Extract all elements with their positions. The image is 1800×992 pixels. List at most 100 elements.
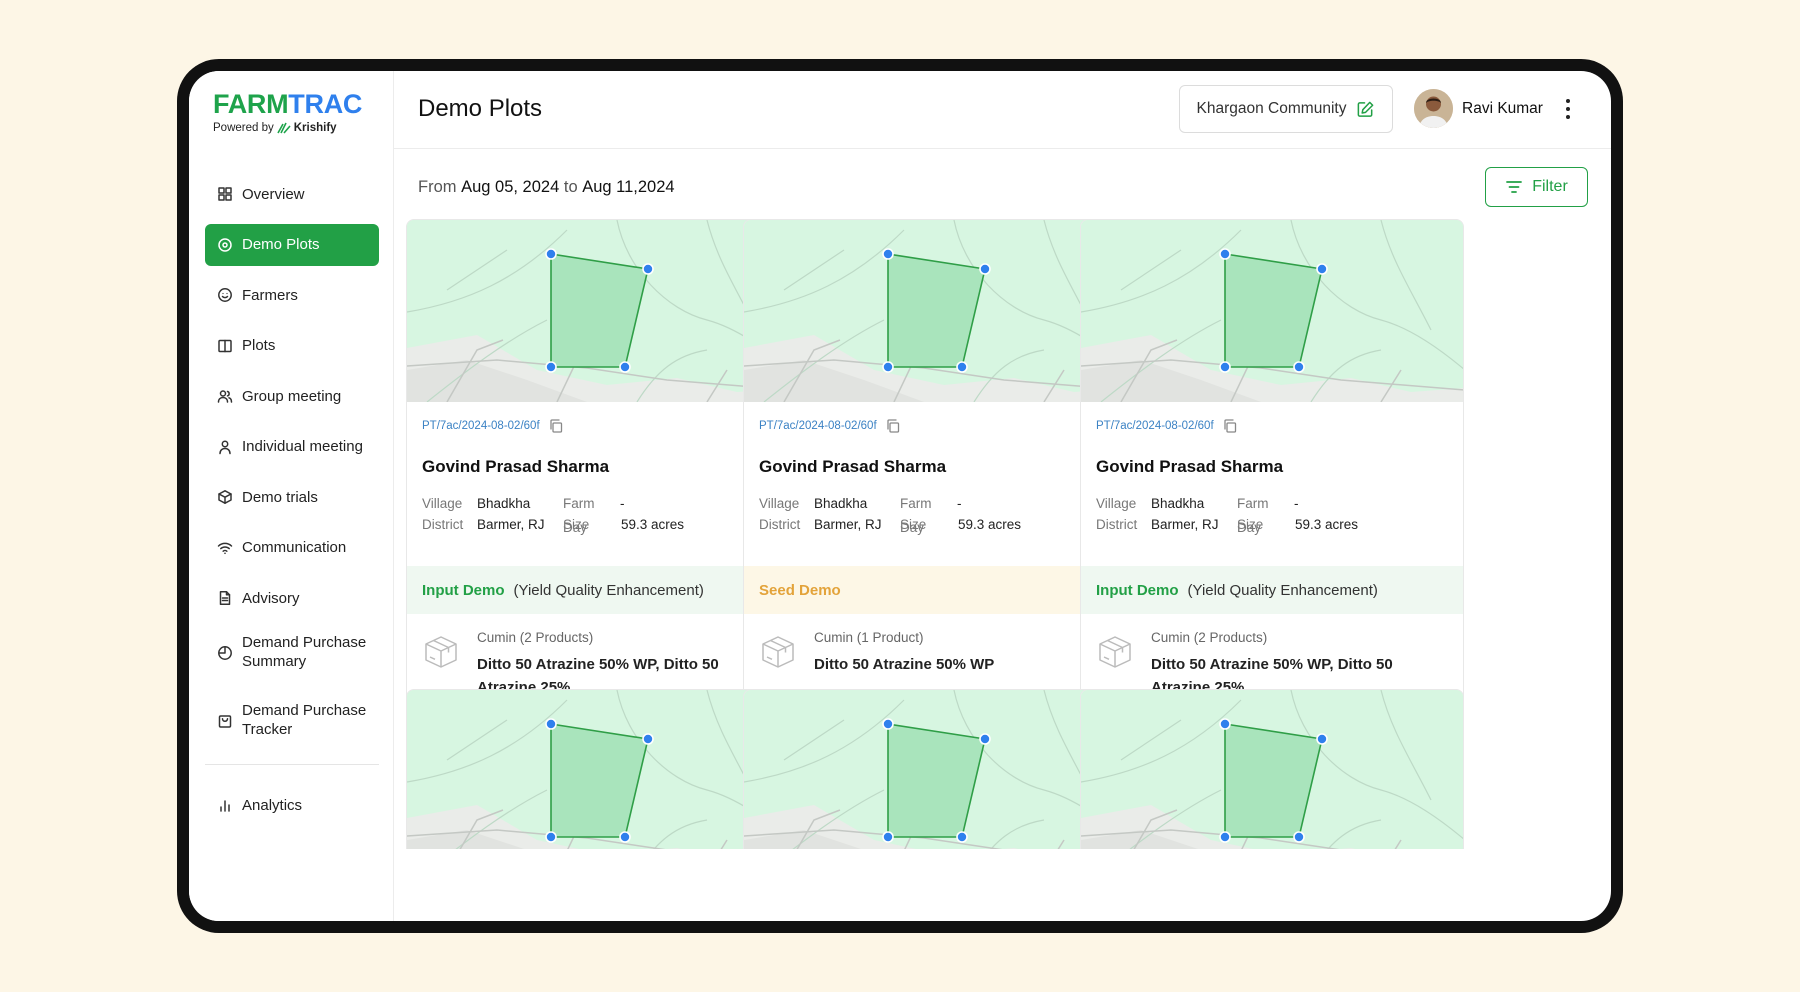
plot-card[interactable]	[1080, 689, 1464, 849]
demo-type-band: Input Demo (Yield Quality Enhancement)	[1081, 566, 1463, 614]
grid-icon	[217, 186, 233, 202]
sidebar-item-demo-trials[interactable]: Demo trials	[205, 476, 379, 518]
wifi-icon	[217, 540, 233, 556]
plot-card[interactable]	[406, 689, 790, 849]
sidebar-item-label: Group meeting	[242, 387, 342, 405]
brand-logo[interactable]: FARMTRAC Powered by Krishify	[213, 89, 362, 134]
demo-type-band: Seed Demo	[744, 566, 1126, 614]
plot-card[interactable]: PT/7ac/2024-08-02/60f Govind Prasad Shar…	[1080, 219, 1464, 722]
plot-map	[407, 220, 789, 402]
filter-icon	[1506, 181, 1523, 193]
range-to-label: to	[563, 178, 578, 196]
demo-type: Input Demo	[422, 581, 505, 599]
plot-map-thumbnail[interactable]	[407, 220, 789, 402]
range-from-label: From	[418, 178, 457, 196]
crop-summary: Cumin (2 Products)	[477, 630, 594, 645]
demo-purpose: (Yield Quality Enhancement)	[513, 581, 704, 599]
plot-map-thumbnail[interactable]	[744, 690, 1126, 849]
partner-name: Krishify	[293, 122, 337, 134]
size-value: 59.3 acres	[1295, 517, 1359, 532]
plot-id: PT/7ac/2024-08-02/60f	[422, 418, 564, 434]
plot-id: PT/7ac/2024-08-02/60f	[759, 418, 901, 434]
avatar[interactable]	[1414, 89, 1453, 128]
plot-map-thumbnail[interactable]	[744, 220, 1126, 402]
size-value: 59.3 acres	[621, 517, 685, 532]
farmer-name[interactable]: Govind Prasad Sharma	[1096, 457, 1283, 477]
sidebar-item-group-meeting[interactable]: Group meeting	[205, 375, 379, 417]
district-value: Barmer, RJ	[1151, 517, 1219, 532]
users-icon	[217, 388, 233, 404]
package-icon	[1099, 636, 1131, 668]
plot-card[interactable]	[743, 689, 1127, 849]
district-label: District	[1096, 517, 1138, 532]
sidebar-item-label: Overview	[242, 185, 305, 203]
plot-id-text: PT/7ac/2024-08-02/60f	[422, 420, 540, 432]
plot-map	[744, 690, 1126, 849]
sidebar-divider	[205, 763, 379, 765]
plot-map-thumbnail[interactable]	[407, 690, 789, 849]
plot-map-thumbnail[interactable]	[1081, 690, 1463, 849]
sidebar-item-plots[interactable]: Plots	[205, 325, 379, 367]
demo-purpose: (Yield Quality Enhancement)	[1187, 581, 1378, 599]
demo-type: Input Demo	[1096, 581, 1179, 599]
sidebar-item-label: Demand Purchase Tracker	[242, 701, 367, 738]
filter-label: Filter	[1532, 178, 1568, 195]
sidebar-item-analytics[interactable]: Analytics	[205, 785, 379, 827]
sidebar-item-communication[interactable]: Communication	[205, 527, 379, 569]
plot-map	[1081, 220, 1463, 402]
sidebar: FARMTRAC Powered by Krishify Overview Dem…	[189, 71, 394, 921]
filter-button[interactable]: Filter	[1485, 167, 1588, 207]
district-value: Barmer, RJ	[814, 517, 882, 532]
range-from-date: Aug 05, 2024	[461, 178, 560, 196]
sidebar-item-demand-purchase-tracker[interactable]: Demand Purchase Tracker	[205, 696, 379, 746]
columns-icon	[217, 338, 233, 354]
plot-id: PT/7ac/2024-08-02/60f	[1096, 418, 1238, 434]
demo-type-band: Input Demo (Yield Quality Enhancement)	[407, 566, 789, 614]
community-name: Khargaon Community	[1196, 100, 1347, 117]
bag-icon	[217, 713, 233, 729]
sidebar-item-individual-meeting[interactable]: Individual meeting	[205, 426, 379, 468]
bar-chart-icon	[217, 798, 233, 814]
avatar-image	[1414, 89, 1453, 128]
sidebar-item-demo-plots[interactable]: Demo Plots	[205, 223, 379, 266]
copy-icon[interactable]	[885, 418, 901, 434]
plot-map	[407, 690, 789, 849]
sidebar-item-demand-purchase-summary[interactable]: Demand Purchase Summary	[205, 628, 379, 678]
document-icon	[217, 590, 233, 606]
copy-icon[interactable]	[1222, 418, 1238, 434]
size-label: Size	[1237, 517, 1264, 532]
sidebar-item-overview[interactable]: Overview	[205, 173, 379, 215]
plot-card[interactable]: PT/7ac/2024-08-02/60f Govind Prasad Shar…	[743, 219, 1127, 722]
package-icon	[425, 636, 457, 668]
sidebar-item-label: Demo trials	[242, 488, 318, 506]
copy-icon[interactable]	[548, 418, 564, 434]
device-frame: FARMTRAC Powered by Krishify Overview Dem…	[177, 59, 1623, 933]
sidebar-item-label: Communication	[242, 539, 347, 556]
sidebar-item-label: Farmers	[242, 286, 298, 304]
plot-map	[1081, 690, 1463, 849]
top-header: Demo Plots Khargaon Community Ravi Kumar	[394, 71, 1611, 149]
user-profile[interactable]: Ravi Kumar	[1414, 89, 1543, 128]
plot-map-thumbnail[interactable]	[1081, 220, 1463, 402]
sidebar-item-label: Advisory	[242, 589, 300, 607]
plot-card[interactable]: PT/7ac/2024-08-02/60f Govind Prasad Shar…	[406, 219, 790, 722]
pie-icon	[217, 645, 233, 661]
more-menu-icon[interactable]	[1557, 97, 1579, 121]
sidebar-item-advisory[interactable]: Advisory	[205, 577, 379, 619]
edit-icon[interactable]	[1356, 100, 1375, 119]
size-value: 59.3 acres	[958, 517, 1022, 532]
community-selector[interactable]: Khargaon Community	[1179, 85, 1393, 133]
size-label: Size	[900, 517, 927, 532]
app-screen: FARMTRAC Powered by Krishify Overview Dem…	[189, 71, 1611, 921]
sidebar-item-label: Demand Purchase Summary	[242, 633, 367, 670]
krishify-leaf-icon	[277, 122, 291, 134]
sidebar-nav: Overview Demo Plots Farmers Plots Group meet…	[205, 173, 379, 835]
plot-id-text: PT/7ac/2024-08-02/60f	[759, 420, 877, 432]
target-icon	[217, 237, 233, 253]
farmer-name[interactable]: Govind Prasad Sharma	[759, 457, 946, 477]
demo-type: Seed Demo	[759, 581, 841, 599]
smile-icon	[217, 287, 233, 303]
size-label: Size	[563, 517, 590, 532]
sidebar-item-farmers[interactable]: Farmers	[205, 274, 379, 316]
farmer-name[interactable]: Govind Prasad Sharma	[422, 457, 609, 477]
